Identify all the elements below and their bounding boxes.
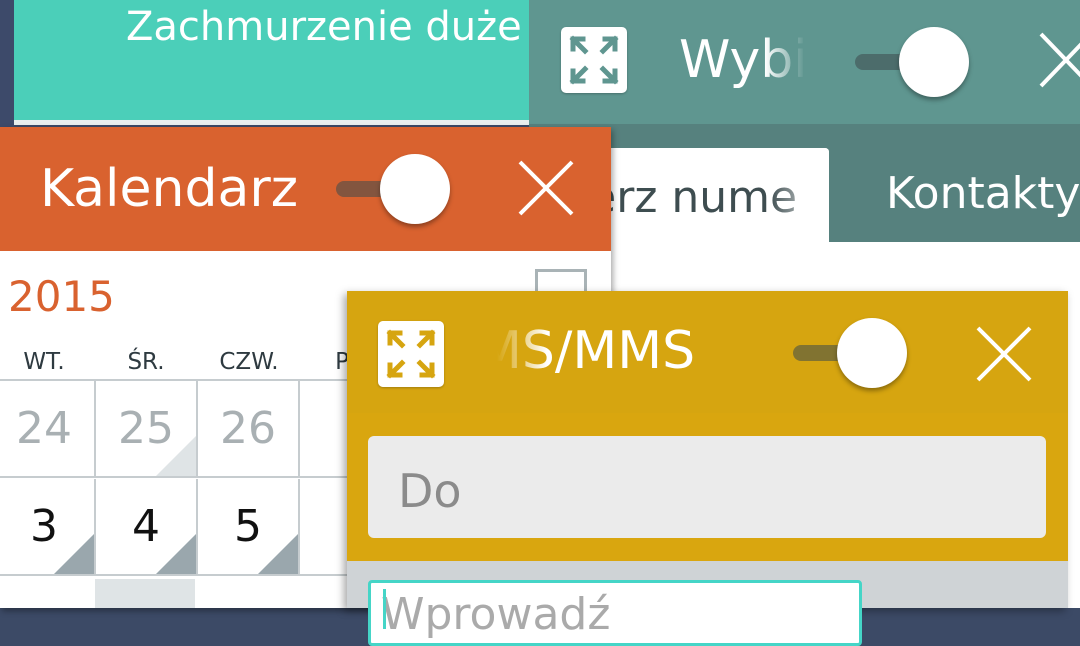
day-cell[interactable]: 5 <box>198 479 300 576</box>
phone-titlebar[interactable]: Wybi <box>529 0 1080 124</box>
phone-tabs: bierz nume Kontakty <box>529 124 1080 242</box>
toggle-knob[interactable] <box>899 27 969 97</box>
day-cell[interactable]: 4 <box>96 479 198 576</box>
phone-close-button[interactable] <box>1035 30 1080 90</box>
expand-icon <box>569 35 619 85</box>
day-cell[interactable]: 3 <box>0 479 96 576</box>
text-caret <box>383 589 386 629</box>
day-cell[interactable]: 26 <box>198 381 300 478</box>
message-placeholder: Wprowadź <box>381 589 611 640</box>
calendar-title: Kalendarz <box>40 159 298 219</box>
recipient-placeholder: Do <box>398 464 462 518</box>
messaging-opacity-toggle[interactable] <box>793 315 907 391</box>
messaging-window[interactable]: MS/MMS Do Wprowadź <box>347 291 1068 646</box>
messaging-close-button[interactable] <box>974 324 1034 384</box>
phone-expand-button[interactable] <box>561 27 627 93</box>
wallpaper-edge <box>0 0 14 130</box>
weather-divider <box>14 120 534 125</box>
day-number: 26 <box>220 403 276 454</box>
tab-contacts[interactable]: Kontakty <box>886 168 1080 219</box>
weather-condition: Zachmurzenie duże <box>126 4 522 50</box>
calendar-close-button[interactable] <box>516 158 576 218</box>
day-cell[interactable]: 24 <box>0 381 96 478</box>
phone-title: Wybi <box>679 30 805 100</box>
close-icon <box>1039 32 1080 88</box>
day-number: 24 <box>16 403 72 454</box>
close-icon <box>518 160 574 216</box>
calendar-opacity-toggle[interactable] <box>336 151 450 227</box>
weather-window[interactable]: Zachmurzenie duże <box>14 0 534 124</box>
calendar-titlebar[interactable]: Kalendarz <box>0 127 611 251</box>
calendar-year[interactable]: 2015 <box>8 272 115 321</box>
weekday-label: CZW. <box>219 349 279 375</box>
tab-dial-label: bierz nume <box>589 172 798 223</box>
weekday-label: ŚR. <box>127 349 165 375</box>
toggle-knob[interactable] <box>837 318 907 388</box>
messaging-title: MS/MMS <box>497 321 727 391</box>
tab-dial[interactable]: bierz nume <box>589 148 829 242</box>
messaging-expand-button[interactable] <box>378 321 444 387</box>
toggle-knob[interactable] <box>380 154 450 224</box>
message-input[interactable]: Wprowadź <box>368 580 862 646</box>
recipient-field[interactable]: Do <box>368 436 1046 538</box>
phone-opacity-toggle[interactable] <box>855 24 969 100</box>
day-cell[interactable]: 25 <box>96 381 198 478</box>
weekday-label: WT. <box>23 349 65 375</box>
close-icon <box>976 326 1032 382</box>
messaging-titlebar[interactable]: MS/MMS <box>347 291 1068 413</box>
expand-icon <box>386 329 436 379</box>
calendar-icon[interactable] <box>535 269 587 292</box>
